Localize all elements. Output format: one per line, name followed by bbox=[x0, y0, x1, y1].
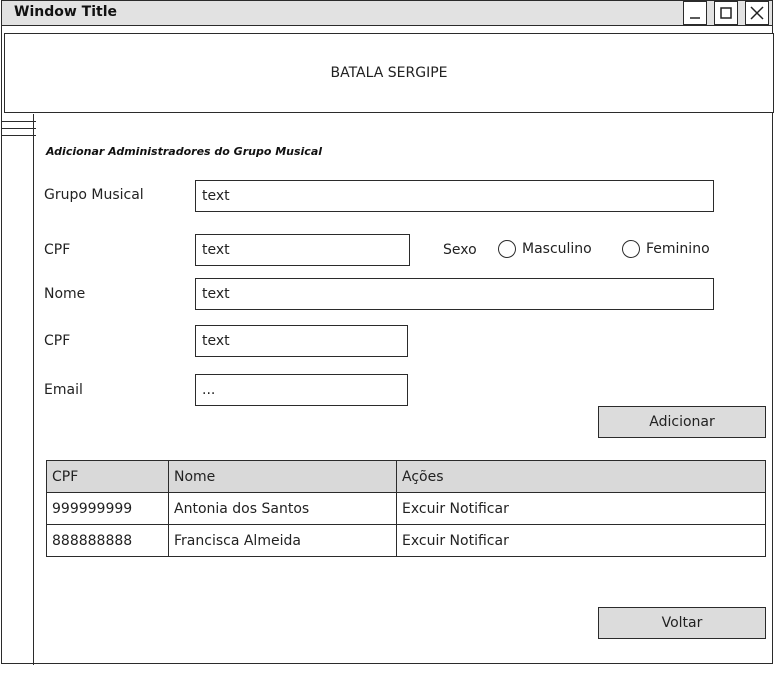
cpf-label-2: CPF bbox=[44, 333, 71, 349]
cell-nome: Antonia dos Santos bbox=[168, 492, 397, 525]
table-row[interactable]: 999999999 Antonia dos Santos Excuir Noti… bbox=[46, 492, 766, 525]
grupo-musical-label: Grupo Musical bbox=[44, 187, 144, 203]
table-header-row: CPF Nome Ações bbox=[46, 460, 766, 493]
maximize-icon bbox=[720, 7, 732, 19]
add-button[interactable]: Adicionar bbox=[598, 406, 766, 438]
sidebar-divider bbox=[33, 114, 34, 665]
page-title: BATALA SERGIPE bbox=[330, 65, 448, 81]
cell-acoes[interactable]: Excuir Notificar bbox=[396, 524, 766, 557]
cpf-input[interactable]: text bbox=[195, 234, 410, 266]
cell-cpf: 999999999 bbox=[46, 492, 169, 525]
nome-input[interactable]: text bbox=[195, 278, 714, 310]
email-label: Email bbox=[44, 382, 83, 398]
minimize-button[interactable] bbox=[683, 1, 707, 25]
radio-masculino[interactable]: Masculino bbox=[498, 240, 592, 258]
radio-feminino-label: Feminino bbox=[646, 241, 710, 257]
minimize-icon bbox=[690, 17, 700, 19]
radio-masculino-circle[interactable] bbox=[498, 240, 516, 258]
column-header-nome[interactable]: Nome bbox=[168, 460, 397, 493]
grupo-musical-input[interactable]: text bbox=[195, 180, 714, 212]
maximize-button[interactable] bbox=[714, 1, 738, 25]
email-input[interactable]: ... bbox=[195, 374, 408, 406]
radio-feminino[interactable]: Feminino bbox=[622, 240, 710, 258]
close-button[interactable] bbox=[745, 1, 769, 25]
window-title: Window Title bbox=[14, 4, 117, 20]
app-window: Window Title BATALA SERGIPE Adicionar Ad… bbox=[1, 0, 774, 665]
cell-acoes[interactable]: Excuir Notificar bbox=[396, 492, 766, 525]
cpf-label: CPF bbox=[44, 242, 71, 258]
sexo-label: Sexo bbox=[443, 242, 477, 258]
column-header-cpf[interactable]: CPF bbox=[46, 460, 169, 493]
back-button[interactable]: Voltar bbox=[598, 607, 766, 639]
title-bar: Window Title bbox=[2, 1, 772, 26]
menu-icon-line-1[interactable] bbox=[2, 121, 36, 122]
cell-cpf: 888888888 bbox=[46, 524, 169, 557]
cell-nome: Francisca Almeida bbox=[168, 524, 397, 557]
cpf-input-2[interactable]: text bbox=[195, 325, 408, 357]
radio-feminino-circle[interactable] bbox=[622, 240, 640, 258]
admin-table: CPF Nome Ações 999999999 Antonia dos San… bbox=[46, 460, 766, 557]
close-icon bbox=[750, 6, 764, 20]
radio-masculino-label: Masculino bbox=[522, 241, 592, 257]
table-row[interactable]: 888888888 Francisca Almeida Excuir Notif… bbox=[46, 524, 766, 557]
menu-icon-line-2[interactable] bbox=[2, 128, 36, 129]
header-banner: BATALA SERGIPE bbox=[4, 33, 774, 113]
column-header-acoes[interactable]: Ações bbox=[396, 460, 766, 493]
section-title: Adicionar Administradores do Grupo Music… bbox=[46, 145, 323, 158]
menu-icon-line-3[interactable] bbox=[2, 135, 36, 136]
nome-label: Nome bbox=[44, 286, 86, 302]
